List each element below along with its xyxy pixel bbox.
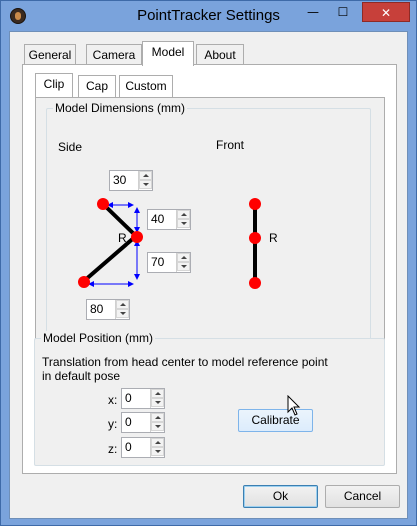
tab-clip[interactable]: Clip — [35, 73, 73, 97]
tab-general[interactable]: General — [24, 44, 76, 66]
client-area: General Camera Model About Clip Cap Cust… — [9, 31, 408, 519]
marker-reference — [131, 231, 143, 243]
clip-panel: Model Dimensions (mm) Side Front R R 30 … — [35, 97, 385, 359]
spin-bottom-value[interactable]: 80 — [90, 302, 110, 317]
y-label: y: — [108, 417, 118, 431]
title-bar[interactable]: PointTracker Settings — ☐ ✕ — [1, 1, 416, 31]
reference-label-front: R — [269, 231, 278, 245]
tab-about[interactable]: About — [196, 44, 244, 66]
z-up-arrow-icon[interactable] — [151, 438, 164, 447]
marker-top — [97, 198, 109, 210]
front-marker-bottom — [249, 277, 261, 289]
side-view-clip — [78, 198, 143, 288]
x-offset-spinner[interactable]: 0 — [121, 388, 165, 409]
close-button[interactable]: ✕ — [362, 2, 410, 22]
spin-upper-value[interactable]: 40 — [151, 212, 171, 227]
spin-top-distance[interactable]: 30 — [109, 170, 153, 191]
mouse-cursor-icon — [287, 395, 301, 416]
y-offset-value[interactable]: 0 — [125, 415, 145, 430]
spin-lower-down-arrow-icon[interactable] — [177, 262, 190, 271]
front-marker-top — [249, 198, 261, 210]
z-offset-spinner[interactable]: 0 — [121, 437, 165, 458]
y-up-arrow-icon[interactable] — [151, 413, 164, 422]
marker-bottom — [78, 276, 90, 288]
spin-top-up-arrow-icon[interactable] — [139, 171, 152, 180]
x-label: x: — [108, 393, 118, 407]
spin-bottom-up-arrow-icon[interactable] — [116, 300, 129, 309]
maximize-button[interactable]: ☐ — [329, 2, 357, 22]
x-offset-value[interactable]: 0 — [125, 391, 145, 406]
minimize-button[interactable]: — — [299, 2, 327, 22]
spin-bottom-distance[interactable]: 80 — [86, 299, 130, 320]
spin-lower-distance[interactable]: 70 — [147, 252, 191, 273]
cancel-button[interactable]: Cancel — [325, 485, 400, 508]
x-down-arrow-icon[interactable] — [151, 398, 164, 407]
model-position-title: Model Position (mm) — [41, 331, 156, 345]
spin-upper-down-arrow-icon[interactable] — [177, 219, 190, 228]
front-marker-reference — [249, 232, 261, 244]
z-label: z: — [108, 442, 118, 456]
y-offset-spinner[interactable]: 0 — [121, 412, 165, 433]
z-down-arrow-icon[interactable] — [151, 447, 164, 456]
tab-model[interactable]: Model — [142, 41, 194, 66]
settings-window: PointTracker Settings — ☐ ✕ General Came… — [0, 0, 417, 526]
spin-top-down-arrow-icon[interactable] — [139, 180, 152, 189]
reference-label-side: R — [118, 231, 127, 245]
spin-top-value[interactable]: 30 — [113, 173, 133, 188]
tab-custom[interactable]: Custom — [119, 75, 173, 97]
tab-camera[interactable]: Camera — [86, 44, 142, 66]
spin-upper-up-arrow-icon[interactable] — [177, 210, 190, 219]
spin-lower-up-arrow-icon[interactable] — [177, 253, 190, 262]
translation-description-line1: Translation from head center to model re… — [42, 355, 328, 369]
x-up-arrow-icon[interactable] — [151, 389, 164, 398]
clip-diagram — [78, 198, 261, 289]
spin-bottom-down-arrow-icon[interactable] — [116, 309, 129, 318]
y-down-arrow-icon[interactable] — [151, 422, 164, 431]
spin-upper-distance[interactable]: 40 — [147, 209, 191, 230]
clip-lower-arm — [82, 234, 138, 283]
z-offset-value[interactable]: 0 — [125, 440, 145, 455]
tab-cap[interactable]: Cap — [78, 75, 116, 97]
spin-lower-value[interactable]: 70 — [151, 255, 171, 270]
translation-description-line2: in default pose — [42, 369, 121, 383]
ok-button[interactable]: Ok — [243, 485, 318, 508]
front-view-clip — [249, 198, 261, 289]
